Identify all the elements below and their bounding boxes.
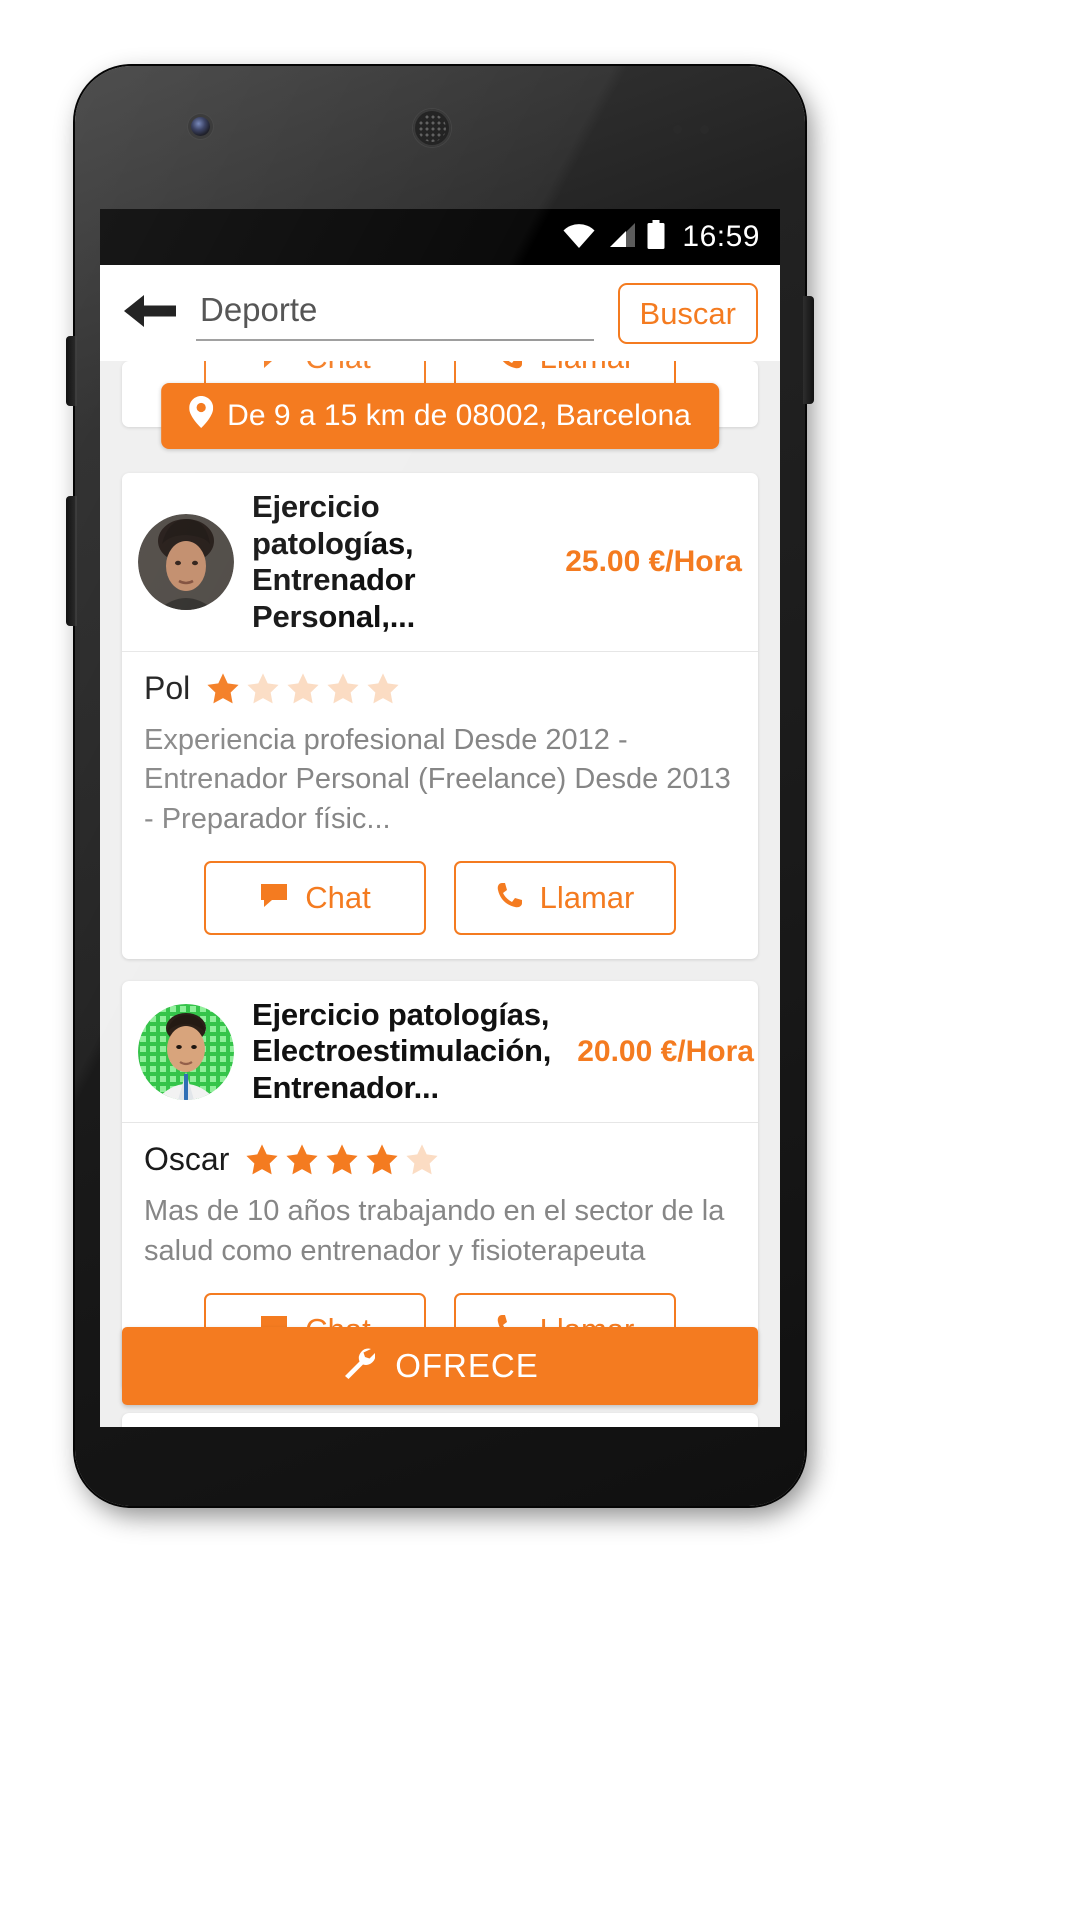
chat-bubble-icon [259, 882, 289, 913]
power-button[interactable] [66, 336, 77, 406]
search-button[interactable]: Buscar [617, 282, 758, 344]
avatar [138, 514, 234, 611]
earpiece-speaker-icon [413, 109, 451, 147]
listing-actions: Chat Llamar [122, 857, 758, 959]
search-input[interactable] [200, 291, 590, 329]
right-side-button[interactable] [803, 296, 814, 404]
search-bar: Buscar [100, 265, 780, 361]
phone-icon [496, 361, 524, 375]
call-button-label-partial: Llamar [540, 361, 635, 376]
location-filter-chip[interactable]: De 9 a 15 km de 08002, Barcelona [161, 383, 719, 449]
wifi-icon [562, 222, 596, 253]
star-icon [246, 1144, 278, 1175]
star-icon [247, 673, 279, 704]
star-icon [367, 673, 399, 704]
provider-name: Pol [144, 670, 191, 707]
listing-title: Ejercicio patologías, Electroestimulació… [252, 996, 552, 1105]
front-camera-icon [191, 117, 210, 136]
offer-button[interactable]: OFRECE [122, 1327, 758, 1405]
location-filter-label: De 9 a 15 km de 08002, Barcelona [227, 399, 691, 432]
listing-header: Entrenador Personal, Nutrición, 45.00 €/… [122, 1413, 758, 1427]
chat-button-label-partial: Chat [305, 361, 370, 376]
status-bar-clock: 16:59 [682, 220, 760, 253]
listing-card[interactable]: Ejercicio patologías, Entrenador Persona… [122, 473, 758, 959]
star-icon [286, 1144, 318, 1175]
volume-button[interactable] [66, 496, 77, 626]
results-scroll-area[interactable]: Chat Llamar [100, 361, 780, 1427]
light-sensor-icon [700, 125, 709, 134]
listing-description: Mas de 10 años trabajando en el sector d… [144, 1195, 725, 1267]
wrench-icon [341, 1345, 376, 1387]
offer-button-label: OFRECE [395, 1347, 539, 1384]
star-icon [406, 1144, 438, 1175]
star-rating [206, 672, 400, 705]
cellular-signal-icon [606, 222, 636, 253]
provider-name: Oscar [144, 1141, 230, 1178]
star-icon [207, 673, 239, 704]
listing-card[interactable]: Entrenador Personal, Nutrición, 45.00 €/… [122, 1412, 758, 1427]
star-icon [287, 673, 319, 704]
rating-row: Pol [122, 652, 758, 711]
listing-price: 20.00 €/Hora [577, 1034, 754, 1068]
back-arrow-icon[interactable] [122, 291, 178, 336]
star-rating [245, 1143, 439, 1176]
chat-bubble-icon [259, 361, 289, 374]
listing-title: Ejercicio patologías, Entrenador Persona… [252, 489, 416, 634]
star-icon [327, 673, 359, 704]
search-input-wrapper[interactable] [196, 285, 594, 341]
call-button-label: Llamar [539, 879, 635, 915]
rating-row: Oscar [122, 1123, 758, 1182]
avatar [138, 1003, 234, 1100]
listing-description: Experiencia profesional Desde 2012 - Ent… [144, 724, 731, 835]
listing-price: 25.00 €/Hora [565, 545, 742, 579]
location-pin-icon [189, 396, 214, 436]
phone-device-frame: 16:59 Buscar [66, 66, 814, 1506]
phone-icon [496, 881, 524, 914]
status-bar: 16:59 [100, 209, 780, 265]
device-bottom-bezel [75, 1427, 805, 1506]
battery-icon [646, 219, 666, 255]
call-button[interactable]: Llamar [454, 860, 676, 935]
star-icon [326, 1144, 358, 1175]
star-icon [366, 1144, 398, 1175]
chat-button[interactable]: Chat [204, 860, 426, 935]
listing-header: Ejercicio patologías, Electroestimulació… [122, 981, 758, 1124]
proximity-sensor-icon [673, 125, 682, 134]
phone-screen: 16:59 Buscar [100, 209, 780, 1427]
chat-button-label: Chat [305, 879, 371, 915]
listing-header: Ejercicio patologías, Entrenador Persona… [122, 473, 758, 653]
